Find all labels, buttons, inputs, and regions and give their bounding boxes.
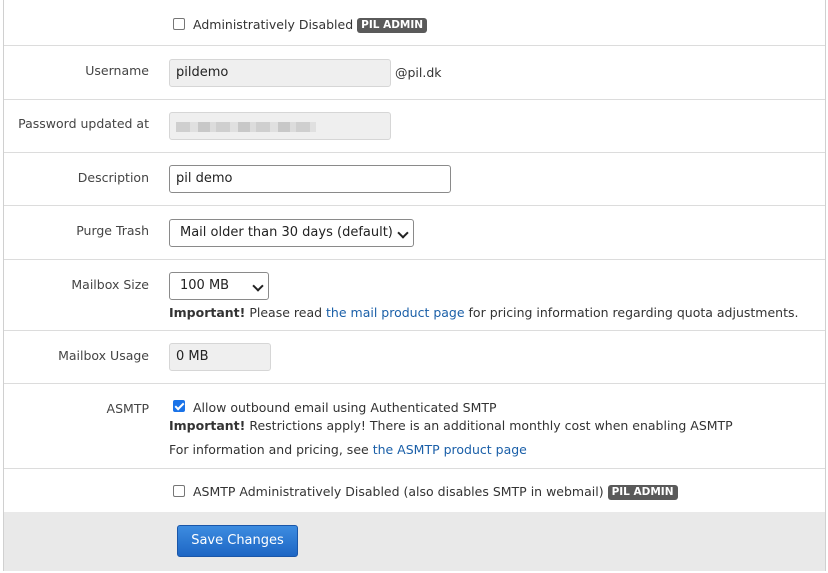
asmtp-admin-disabled-checkbox[interactable]	[173, 485, 185, 497]
purge-trash-selected: Mail older than 30 days (default)	[180, 225, 393, 240]
asmtp-admin-disabled-label: ASMTP Administratively Disabled (also di…	[193, 484, 604, 499]
chevron-down-icon	[397, 227, 409, 239]
mailbox-usage-field: 0 MB	[169, 343, 271, 371]
row-description: Description pil demo	[4, 153, 825, 206]
username-label: Username	[85, 63, 149, 78]
asmtp-info: For information and pricing, see the ASM…	[169, 442, 527, 457]
row-mailbox-size: Mailbox Size 100 MB Important! Please re…	[4, 260, 825, 331]
mail-product-page-link[interactable]: the mail product page	[326, 305, 465, 320]
pil-admin-badge: PIL ADMIN	[357, 18, 428, 33]
account-settings-form: Administratively Disabled PIL ADMIN User…	[3, 0, 826, 571]
password-updated-label: Password updated at	[18, 116, 149, 131]
admin-disabled-checkbox[interactable]	[173, 18, 185, 30]
form-footer: Save Changes	[4, 512, 825, 571]
purge-trash-select[interactable]: Mail older than 30 days (default)	[169, 219, 414, 247]
row-asmtp: ASMTP Allow outbound email using Authent…	[4, 384, 825, 469]
mailbox-size-select[interactable]: 100 MB	[169, 272, 269, 300]
mailbox-usage-label: Mailbox Usage	[58, 348, 149, 363]
username-domain: @pil.dk	[395, 65, 442, 80]
row-mailbox-usage: Mailbox Usage 0 MB	[4, 331, 825, 384]
admin-disabled-label: Administratively Disabled	[193, 17, 354, 32]
mailbox-size-note: Important! Please read the mail product …	[169, 305, 799, 320]
save-changes-button[interactable]: Save Changes	[177, 525, 298, 557]
mailbox-size-label: Mailbox Size	[71, 277, 149, 292]
row-asmtp-admin-disabled: ASMTP Administratively Disabled (also di…	[4, 469, 825, 512]
mailbox-size-selected: 100 MB	[180, 278, 230, 293]
asmtp-note: Important! Restrictions apply! There is …	[169, 418, 733, 433]
row-username: Username pildemo @pil.dk	[4, 46, 825, 100]
username-field: pildemo	[169, 59, 391, 87]
row-purge-trash: Purge Trash Mail older than 30 days (def…	[4, 206, 825, 260]
asmtp-product-page-link[interactable]: the ASMTP product page	[373, 442, 527, 457]
pil-admin-badge: PIL ADMIN	[607, 485, 678, 500]
row-password-updated: Password updated at	[4, 100, 825, 153]
asmtp-label: ASMTP	[106, 401, 149, 416]
description-input[interactable]: pil demo	[169, 165, 451, 193]
password-updated-field	[169, 112, 391, 140]
row-admin-disabled: Administratively Disabled PIL ADMIN	[4, 0, 825, 46]
asmtp-checkbox-label: Allow outbound email using Authenticated…	[193, 400, 497, 415]
purge-trash-label: Purge Trash	[76, 223, 149, 238]
redacted-timestamp	[176, 122, 316, 132]
asmtp-checkbox[interactable]	[173, 400, 185, 412]
description-label: Description	[77, 170, 149, 185]
chevron-down-icon	[252, 280, 264, 292]
